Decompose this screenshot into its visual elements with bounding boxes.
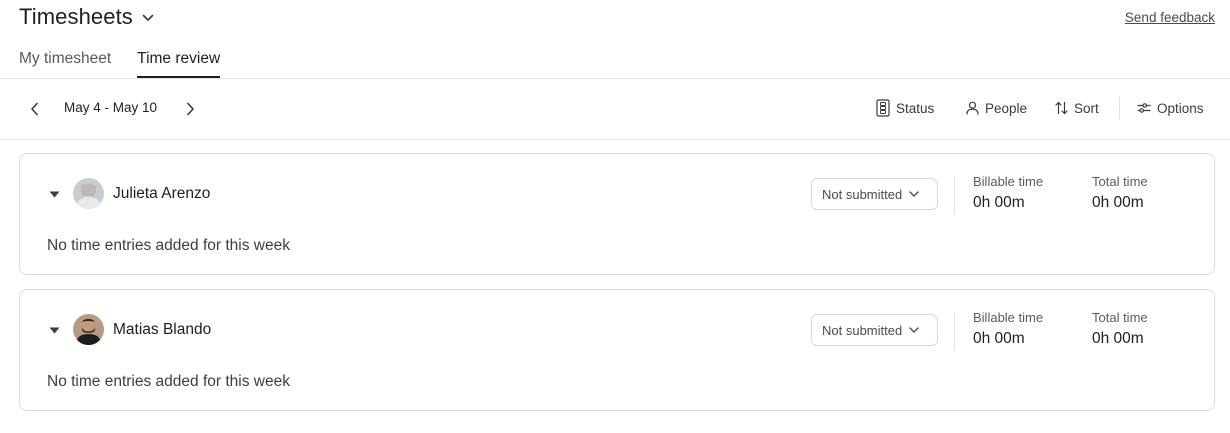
chevron-down-icon (909, 191, 919, 197)
billable-time: Billable time 0h 00m (973, 174, 1043, 212)
total-time-label: Total time (1092, 174, 1148, 189)
collapse-toggle[interactable] (47, 325, 61, 335)
status-filter-button[interactable]: Status (876, 99, 934, 117)
page-title: Timesheets (19, 4, 133, 29)
empty-entries-message: No time entries added for this week (47, 373, 290, 390)
people-filter-button[interactable]: People (966, 99, 1027, 117)
status-filter-label: Status (896, 100, 935, 116)
timesheet-status-dropdown[interactable]: Not submitted (811, 314, 938, 346)
toolbar: May 4 - May 10 Status People Sort Option… (0, 79, 1230, 140)
billable-time-label: Billable time (973, 174, 1044, 189)
metrics-divider (954, 312, 955, 350)
caret-down-icon (49, 191, 59, 197)
avatar (73, 178, 104, 209)
billable-time-value: 0h 00m (973, 194, 1025, 211)
send-feedback-link[interactable]: Send feedback (1125, 10, 1215, 25)
chevron-right-icon (186, 102, 194, 116)
next-week-button[interactable] (180, 99, 200, 119)
status-value: Not submitted (822, 322, 903, 338)
sort-button[interactable]: Sort (1055, 99, 1099, 117)
options-label: Options (1157, 100, 1204, 116)
toolbar-divider (1119, 97, 1120, 119)
timesheet-status-dropdown[interactable]: Not submitted (811, 178, 938, 210)
app-header: Timesheets Send feedback My timesheet Ti… (0, 0, 1230, 79)
timesheets-title-menu[interactable]: Timesheets (19, 4, 154, 30)
tab-time-review[interactable]: Time review (137, 49, 220, 79)
avatar (73, 314, 104, 345)
sort-label: Sort (1074, 100, 1099, 116)
status-icon (876, 99, 890, 117)
billable-time-label: Billable time (973, 310, 1044, 325)
date-range-label[interactable]: May 4 - May 10 (64, 100, 157, 115)
chevron-down-icon (909, 327, 919, 333)
options-button[interactable]: Options (1137, 99, 1204, 117)
person-name: Julieta Arenzo (113, 185, 211, 202)
person-name: Matias Blando (113, 321, 212, 338)
total-time-value: 0h 00m (1092, 330, 1144, 347)
billable-time: Billable time 0h 00m (973, 310, 1043, 348)
total-time: Total time 0h 00m (1092, 310, 1148, 348)
billable-time-value: 0h 00m (973, 330, 1025, 347)
total-time-value: 0h 00m (1092, 194, 1144, 211)
collapse-toggle[interactable] (47, 189, 61, 199)
chevron-left-icon (30, 102, 38, 116)
person-card: Matias Blando Not submitted Billable tim… (19, 289, 1215, 411)
person-card: Julieta Arenzo Not submitted Billable ti… (19, 153, 1215, 275)
sort-icon (1055, 101, 1068, 115)
people-filter-label: People (985, 100, 1028, 116)
previous-week-button[interactable] (24, 99, 44, 119)
status-value: Not submitted (822, 186, 903, 202)
tab-bar: My timesheet Time review (19, 49, 246, 79)
tab-my-timesheet[interactable]: My timesheet (19, 49, 111, 79)
sliders-icon (1137, 103, 1151, 113)
metrics-divider (954, 176, 955, 214)
total-time: Total time 0h 00m (1092, 174, 1148, 212)
person-icon (966, 101, 979, 115)
empty-entries-message: No time entries added for this week (47, 237, 290, 254)
caret-down-icon (49, 327, 59, 333)
chevron-down-icon (142, 14, 154, 22)
total-time-label: Total time (1092, 310, 1148, 325)
